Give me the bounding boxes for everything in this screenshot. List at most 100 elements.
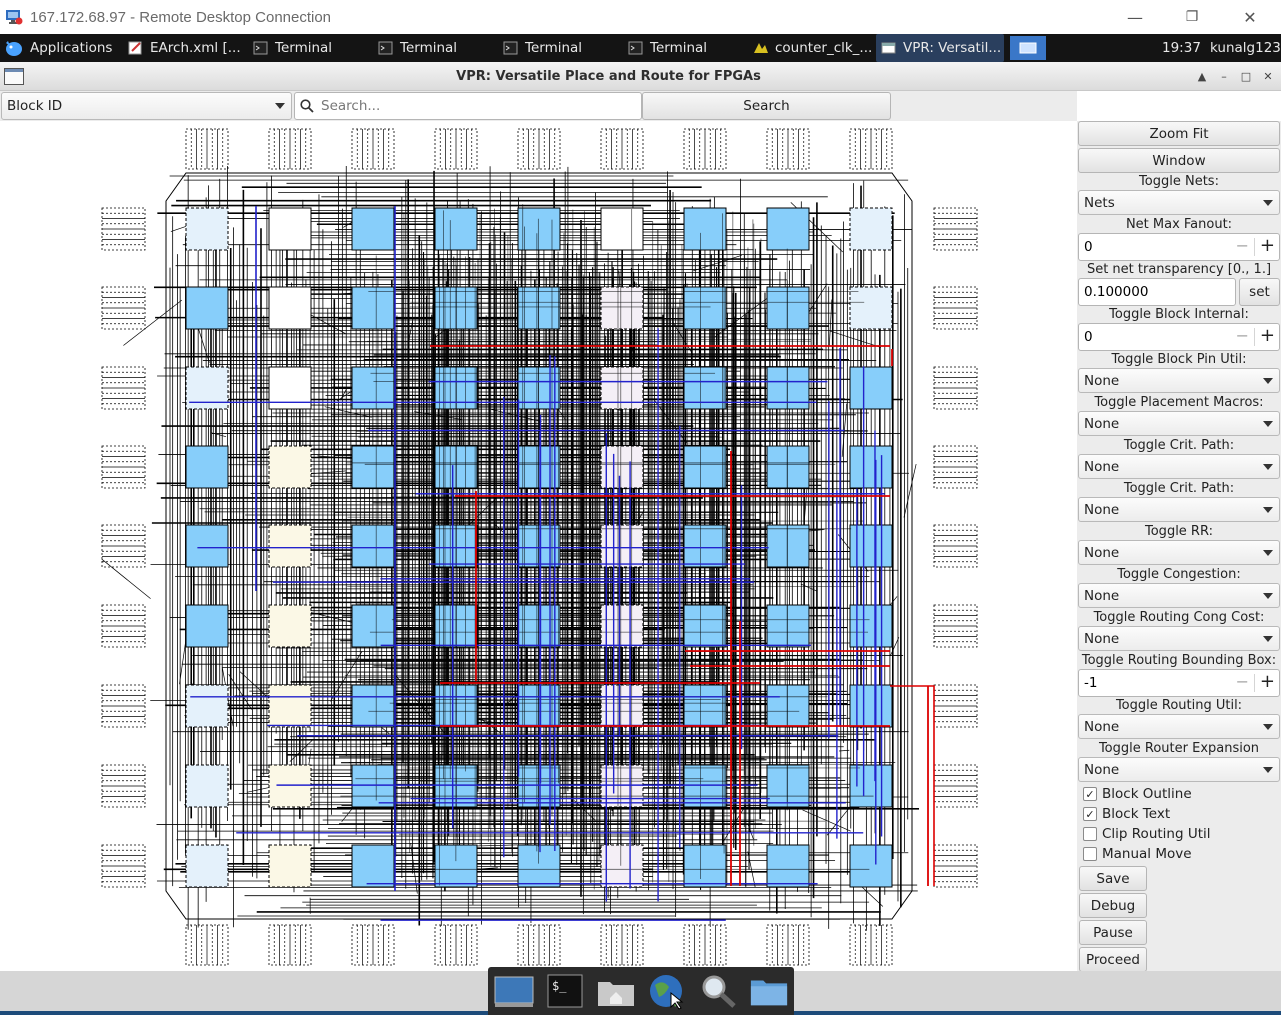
checkbox-box[interactable]: ✓ — [1083, 807, 1097, 821]
block-text-checkbox[interactable]: ✓ Block Text — [1083, 805, 1281, 823]
decrement-button[interactable]: − — [1236, 672, 1249, 691]
clb-block — [351, 604, 395, 648]
block-internal-spinner[interactable]: 0 − + — [1078, 323, 1280, 351]
window-button[interactable]: Window — [1078, 148, 1280, 173]
rdp-maximize-button[interactable]: ❐ — [1163, 0, 1221, 34]
memory-block — [268, 445, 312, 489]
task-label: VPR: Versatil... — [903, 40, 1002, 56]
memory-block — [268, 684, 312, 728]
multiplier-block — [600, 524, 644, 568]
task-label: counter_clk_... — [775, 40, 873, 56]
task-terminal-1[interactable]: Terminal — [253, 34, 371, 62]
task-label: Terminal — [525, 40, 583, 56]
memory-block — [268, 844, 312, 888]
proceed-button[interactable]: Proceed — [1079, 947, 1147, 972]
task-earch-xml[interactable]: EArch.xml [... — [128, 34, 246, 62]
window-shade-button[interactable]: ▲ — [1195, 70, 1209, 84]
rdp-close-button[interactable]: ✕ — [1221, 0, 1279, 34]
checkbox-label: Clip Routing Util — [1102, 826, 1211, 842]
task-terminal-4[interactable]: Terminal — [628, 34, 746, 62]
debug-button[interactable]: Debug — [1079, 893, 1147, 918]
empty-block — [268, 207, 312, 251]
home-folder-icon — [597, 982, 634, 1006]
applications-menu[interactable]: Applications — [4, 34, 118, 62]
remote-desktop-titlebar: 167.172.68.97 - Remote Desktop Connectio… — [0, 0, 1281, 34]
search-input[interactable] — [294, 92, 642, 120]
dock-web-browser[interactable] — [647, 972, 687, 1010]
block-pin-util-dropdown[interactable]: None — [1078, 368, 1280, 393]
dropdown-value: None — [1084, 501, 1120, 518]
search-mode-dropdown[interactable]: Block ID — [1, 92, 292, 120]
clb-block — [849, 445, 893, 489]
dock-home-folder[interactable] — [596, 972, 636, 1010]
router-expansion-dropdown[interactable]: None — [1078, 757, 1280, 782]
clb-block — [766, 684, 810, 728]
clb-block — [683, 604, 727, 648]
crit-path-dropdown[interactable]: None — [1078, 454, 1280, 479]
chevron-down-icon — [1263, 377, 1273, 384]
fpga-layout-canvas[interactable] — [0, 121, 1077, 971]
set-transparency-button[interactable]: set — [1239, 278, 1280, 306]
chevron-down-icon — [1263, 420, 1273, 427]
chevron-down-icon — [1263, 506, 1273, 513]
applications-label: Applications — [30, 40, 113, 56]
toggle-nets-dropdown[interactable]: Nets — [1078, 190, 1280, 215]
chevron-down-icon — [1263, 766, 1273, 773]
task-gtkwave[interactable]: counter_clk_... — [753, 34, 873, 62]
dock-show-desktop[interactable] — [494, 972, 534, 1010]
window-minimize-button[interactable]: – — [1217, 70, 1231, 84]
task-terminal-3[interactable]: Terminal — [503, 34, 621, 62]
panel-clock[interactable]: 19:37 — [1162, 34, 1202, 62]
dock-file-manager[interactable] — [749, 972, 789, 1010]
manual-move-checkbox[interactable]: Manual Move — [1083, 845, 1281, 863]
task-vpr[interactable]: VPR: Versatil... — [876, 34, 1004, 62]
decrement-button[interactable]: − — [1236, 236, 1249, 255]
multiplier-block — [600, 684, 644, 728]
window-maximize-button[interactable]: □ — [1239, 70, 1253, 84]
increment-button[interactable]: + — [1260, 671, 1275, 692]
empty-clb-block — [185, 844, 229, 888]
routing-bbox-spinner[interactable]: -1 − + — [1078, 669, 1280, 697]
clb-block — [351, 844, 395, 888]
net-max-fanout-spinner[interactable]: 0 − + — [1078, 233, 1280, 261]
pause-button[interactable]: Pause — [1079, 920, 1147, 945]
increment-button[interactable]: + — [1260, 235, 1275, 256]
toggle-rr-dropdown[interactable]: None — [1078, 540, 1280, 565]
net-transparency-input[interactable]: 0.100000 — [1078, 278, 1236, 306]
rdp-minimize-button[interactable]: — — [1106, 0, 1164, 34]
task-terminal-2[interactable]: Terminal — [378, 34, 496, 62]
block-internal-label: Toggle Block Internal: — [1109, 307, 1249, 322]
clb-block — [766, 207, 810, 251]
multiplier-block — [600, 286, 644, 330]
routing-util-dropdown[interactable]: None — [1078, 714, 1280, 739]
show-desktop-button[interactable] — [1010, 34, 1046, 62]
clip-routing-util-checkbox[interactable]: Clip Routing Util — [1083, 825, 1281, 843]
checkbox-box[interactable]: ✓ — [1083, 787, 1097, 801]
window-close-button[interactable]: ✕ — [1261, 70, 1275, 84]
toggle-congestion-label: Toggle Congestion: — [1117, 567, 1241, 582]
panel-user[interactable]: kunalg123 — [1210, 34, 1281, 62]
toggle-congestion-dropdown[interactable]: None — [1078, 583, 1280, 608]
net-wire — [829, 299, 833, 346]
remote-desktop-icon — [6, 10, 23, 25]
search-button[interactable]: Search — [642, 92, 891, 120]
save-button[interactable]: Save — [1079, 866, 1147, 891]
increment-button[interactable]: + — [1260, 325, 1275, 346]
chevron-down-icon — [1263, 199, 1273, 206]
dock-terminal[interactable]: $_ — [545, 972, 585, 1010]
decrement-button[interactable]: − — [1236, 326, 1249, 345]
multiplier-block — [600, 445, 644, 489]
checkbox-box[interactable] — [1083, 847, 1097, 861]
toggle-nets-value: Nets — [1084, 194, 1115, 211]
placement-macros-dropdown[interactable]: None — [1078, 411, 1280, 436]
net-wire — [410, 843, 418, 894]
zoom-fit-button[interactable]: Zoom Fit — [1078, 121, 1280, 146]
routing-cong-cost-dropdown[interactable]: None — [1078, 626, 1280, 651]
clb-block — [351, 207, 395, 251]
empty-clb-block — [185, 207, 229, 251]
dock-app-finder[interactable] — [698, 972, 738, 1010]
clb-block — [434, 207, 478, 251]
checkbox-box[interactable] — [1083, 827, 1097, 841]
crit-path-dropdown-2[interactable]: None — [1078, 497, 1280, 522]
block-outline-checkbox[interactable]: ✓ Block Outline — [1083, 785, 1281, 803]
